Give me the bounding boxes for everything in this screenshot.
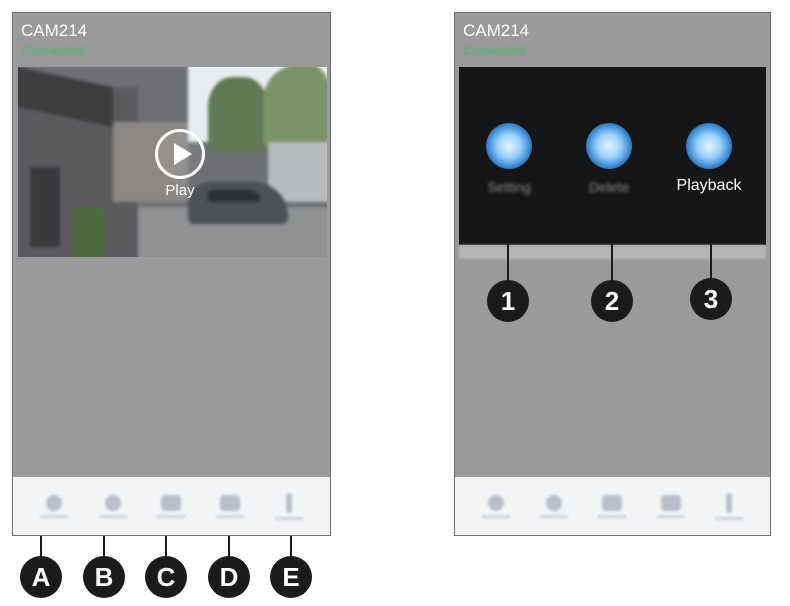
callout-line-c <box>165 536 167 558</box>
toolbar-button-b[interactable] <box>534 486 574 526</box>
toolbar-caption <box>157 514 186 518</box>
callout-badge-b: B <box>83 556 125 598</box>
play-icon <box>173 143 192 165</box>
record-icon <box>488 494 505 511</box>
toolbar-button-e[interactable] <box>709 486 749 526</box>
toolbar-button-a[interactable] <box>476 486 516 526</box>
callout-badge-e: E <box>270 556 312 598</box>
toolbar-caption <box>656 514 685 518</box>
left-phone-screen: CAM214 Connected Play <box>12 12 331 536</box>
play-label: Play <box>165 182 195 199</box>
screen-icon <box>220 494 241 511</box>
callout-badge-3: 3 <box>690 278 732 320</box>
screen-icon <box>660 494 681 511</box>
callout-badge-d: D <box>208 556 250 598</box>
more-icon <box>285 492 292 513</box>
toolbar-caption <box>216 514 245 518</box>
toolbar-button-e[interactable] <box>269 486 309 526</box>
callout-badge-a: A <box>20 556 62 598</box>
callout-line-2 <box>611 244 613 282</box>
talk-icon <box>602 494 623 511</box>
delete-icon <box>586 123 632 169</box>
callout-line-a <box>40 536 42 558</box>
callout-badge-c: C <box>145 556 187 598</box>
callout-line-d <box>228 536 230 558</box>
menu-label-settings: Setting <box>487 179 531 195</box>
callout-badge-2: 2 <box>591 280 633 322</box>
bottom-toolbar <box>13 477 330 535</box>
video-menu-overlay: Setting Delete Playback <box>459 67 766 245</box>
bottom-toolbar <box>455 477 770 535</box>
toolbar-button-d[interactable] <box>210 486 250 526</box>
play-button[interactable] <box>155 129 205 179</box>
connection-status: Connected <box>463 43 526 58</box>
snapshot-icon <box>546 494 563 511</box>
playback-icon <box>686 123 732 169</box>
toolbar-caption <box>98 514 127 518</box>
connection-status: Connected <box>21 43 84 58</box>
menu-label-delete: Delete <box>588 179 630 195</box>
callout-line-1 <box>507 244 509 282</box>
more-icon <box>725 492 732 513</box>
toolbar-button-b[interactable] <box>93 486 133 526</box>
menu-label-playback: Playback <box>676 177 742 194</box>
toolbar-caption <box>598 514 627 518</box>
callout-line-3 <box>710 244 712 280</box>
toolbar-caption <box>274 516 303 520</box>
menu-item-settings[interactable]: Setting <box>464 123 554 213</box>
camera-name: CAM214 <box>463 21 530 40</box>
camera-name: CAM214 <box>21 21 88 40</box>
toolbar-caption <box>482 514 511 518</box>
settings-icon <box>486 123 532 169</box>
callout-badge-1: 1 <box>487 280 529 322</box>
snapshot-icon <box>104 494 121 511</box>
toolbar-caption <box>40 514 69 518</box>
toolbar-caption <box>714 516 743 520</box>
toolbar-button-a[interactable] <box>34 486 74 526</box>
video-preview[interactable]: Play <box>18 67 327 257</box>
toolbar-caption <box>540 514 569 518</box>
toolbar-button-d[interactable] <box>651 486 691 526</box>
menu-item-delete[interactable]: Delete <box>564 123 654 213</box>
toolbar-button-c[interactable] <box>151 486 191 526</box>
toolbar-button-c[interactable] <box>592 486 632 526</box>
menu-item-playback[interactable]: Playback <box>664 123 754 213</box>
callout-line-b <box>103 536 105 558</box>
record-icon <box>46 494 63 511</box>
callout-line-e <box>290 536 292 558</box>
talk-icon <box>161 494 182 511</box>
